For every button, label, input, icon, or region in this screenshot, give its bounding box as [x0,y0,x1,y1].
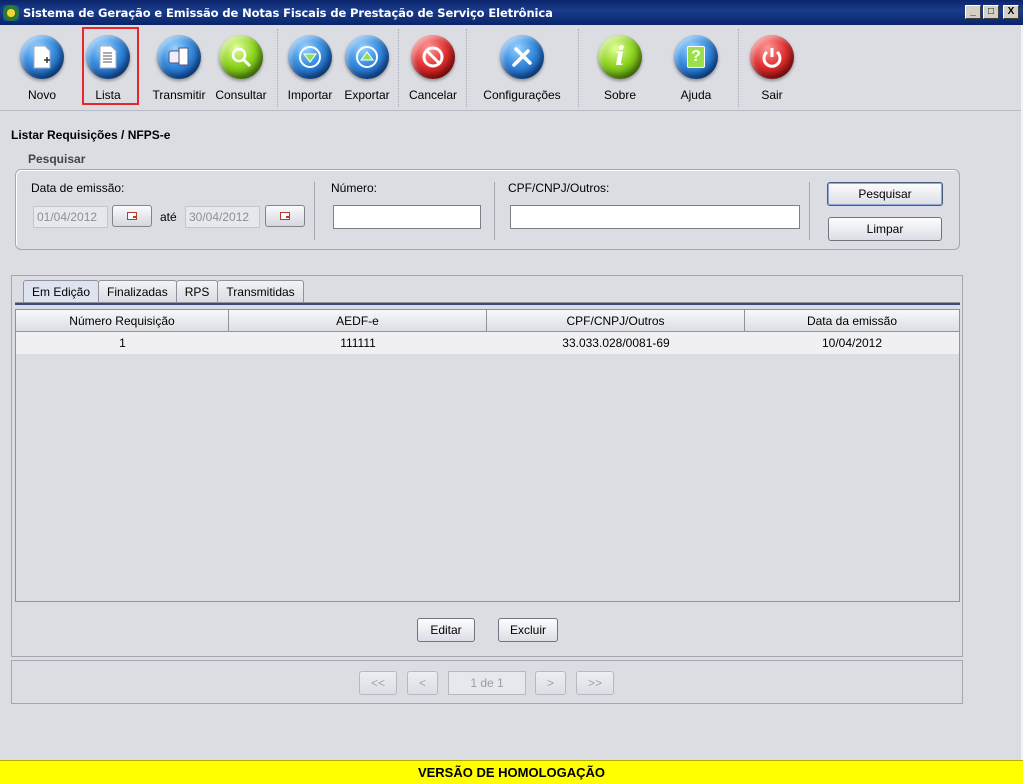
field-separator [809,182,810,240]
minimize-button[interactable]: _ [965,5,981,19]
toolbar-label: Configurações [483,88,561,102]
toolbar-label: Cancelar [408,88,458,102]
toolbar-transmit-button[interactable]: Transmitir [150,28,208,106]
toolbar-label: Transmitir [152,88,206,102]
calendar-icon [127,212,137,220]
title-bar: Sistema de Geração e Emissão de Notas Fi… [0,0,1023,25]
toolbar-exit-button[interactable]: Sair [748,28,796,106]
tab-rps[interactable]: RPS [175,280,219,302]
toolbar-consult-button[interactable]: Consultar [214,28,268,106]
date-from-input[interactable]: 01/04/2012 [33,206,108,228]
tab-transmitidas[interactable]: Transmitidas [217,280,304,302]
tab-finalizadas[interactable]: Finalizadas [98,280,177,302]
calendar-icon [280,212,290,220]
toolbar-export-button[interactable]: Exportar [343,28,391,106]
column-header[interactable]: Número Requisição [16,310,229,331]
first-page-button[interactable]: << [359,671,397,695]
table-header: Número Requisição AEDF-e CPF/CNPJ/Outros… [16,310,959,332]
date-between-label: até [160,210,177,224]
pagination-panel: << < 1 de 1 > >> [11,660,963,704]
maximize-button[interactable]: □ [983,5,999,19]
column-header[interactable]: AEDF-e [229,310,487,331]
toolbar-label: Importar [287,88,333,102]
table-cell: 111111 [340,336,376,350]
delete-button[interactable]: Excluir [498,618,558,642]
selected-toolbar-highlight [82,27,139,105]
table-cell: 10/04/2012 [821,336,883,350]
column-header[interactable]: CPF/CNPJ/Outros [487,310,745,331]
toolbar-separator [398,29,399,107]
main-toolbar: Novo Lista Transmitir Consultar Importar… [0,25,1023,111]
new-document-icon [20,35,64,79]
toolbar-separator [277,29,278,107]
page-indicator: 1 de 1 [448,671,526,695]
toolbar-separator [738,29,739,107]
help-icon: ? [674,35,718,79]
results-table: Número Requisição AEDF-e CPF/CNPJ/Outros… [15,309,960,602]
field-separator [314,182,315,240]
edit-button[interactable]: Editar [417,618,475,642]
toolbar-settings-button[interactable]: Configurações [482,28,562,106]
cpf-label: CPF/CNPJ/Outros: [508,181,610,195]
close-button[interactable]: X [1003,5,1019,19]
prev-page-button[interactable]: < [407,671,438,695]
search-panel: Data de emissão: 01/04/2012 até 30/04/20… [15,169,960,250]
transmit-icon [157,35,201,79]
export-arrow-up-icon [345,35,389,79]
toolbar-label: Ajuda [680,88,712,102]
app-flag-icon [3,4,19,21]
field-separator [494,182,495,240]
info-icon: i [598,35,642,79]
toolbar-separator [466,29,467,107]
date-from-calendar-button[interactable] [112,205,152,227]
table-cell: 1 [119,336,126,350]
environment-banner: VERSÃO DE HOMOLOGAÇÃO [0,760,1023,784]
power-icon [750,35,794,79]
clear-button[interactable]: Limpar [828,217,942,241]
toolbar-label: Exportar [344,88,390,102]
search-section-title: Pesquisar [28,152,86,166]
date-to-input[interactable]: 30/04/2012 [185,206,260,228]
numero-label: Número: [331,181,378,195]
import-arrow-down-icon [288,35,332,79]
toolbar-import-button[interactable]: Importar [286,28,334,106]
tab-em-edicao[interactable]: Em Edição [23,280,100,303]
toolbar-label: Consultar [215,88,267,102]
tab-content-border [15,302,960,305]
next-page-button[interactable]: > [535,671,566,695]
last-page-button[interactable]: >> [576,671,614,695]
tools-icon [500,35,544,79]
toolbar-label: Novo [27,88,56,102]
toolbar-about-button[interactable]: i Sobre [596,28,644,106]
table-row[interactable]: 1 111111 33.033.028/0081-69 10/04/2012 [16,332,959,354]
toolbar-label: Sair [761,88,783,102]
toolbar-new-button[interactable]: Novo [18,28,66,106]
window-controls: _ □ X [965,5,1019,19]
toolbar-label: Sobre [603,88,637,102]
page-title: Listar Requisições / NFPS-e [11,128,171,142]
magnifier-icon [219,35,263,79]
cpf-input[interactable] [510,205,800,229]
numero-input[interactable] [333,205,481,229]
date-to-calendar-button[interactable] [265,205,305,227]
toolbar-help-button[interactable]: ? Ajuda [672,28,720,106]
column-header[interactable]: Data da emissão [745,310,959,331]
toolbar-separator [578,29,579,107]
date-label: Data de emissão: [31,181,125,195]
results-panel: Em Edição Finalizadas RPS Transmitidas N… [11,275,963,657]
tab-bar: Em Edição Finalizadas RPS Transmitidas [23,280,304,303]
toolbar-cancel-button[interactable]: Cancelar [408,28,458,106]
search-button[interactable]: Pesquisar [827,182,943,206]
main-panel: Listar Requisições / NFPS-e Pesquisar Da… [0,112,1023,760]
cancel-icon [411,35,455,79]
table-cell: 33.033.028/0081-69 [562,336,670,350]
window-title: Sistema de Geração e Emissão de Notas Fi… [23,5,553,20]
